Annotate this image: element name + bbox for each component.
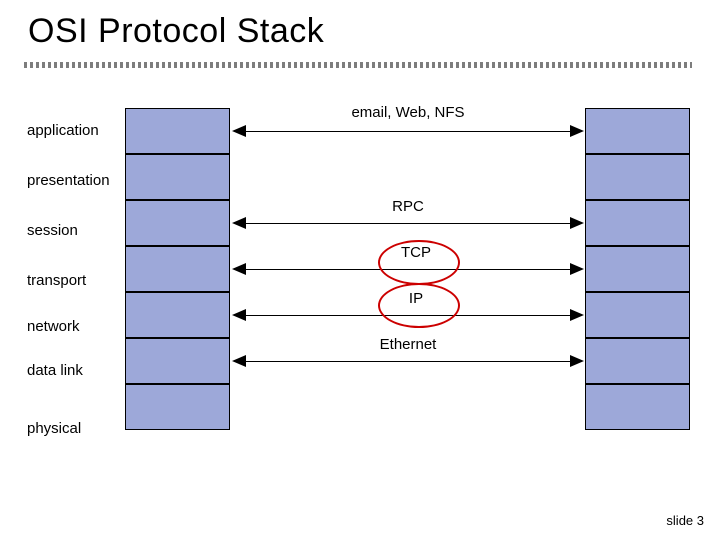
title-underline [24,62,692,68]
protocol-label-rpc: RPC [392,198,424,215]
arrow-head-left-icon [232,355,246,367]
arrow-line [244,131,570,132]
left-stack-box [125,154,230,200]
protocol-label-application: email, Web, NFS [351,104,464,121]
left-stack-box [125,338,230,384]
right-stack-box [585,338,690,384]
layer-label-session: session [27,222,78,239]
arrow-head-left-icon [232,309,246,321]
arrow-head-right-icon [570,355,584,367]
layer-label-physical: physical [27,420,81,437]
page-title: OSI Protocol Stack [28,12,324,51]
left-stack-box [125,108,230,154]
right-stack-box [585,292,690,338]
slide-number: slide 3 [666,513,704,528]
layer-label-network: network [27,318,80,335]
arrow-line [244,223,570,224]
left-stack-box [125,384,230,430]
layer-label-datalink: data link [27,362,83,379]
left-stack-box [125,200,230,246]
arrow-head-right-icon [570,125,584,137]
left-stack-box [125,292,230,338]
arrow-head-right-icon [570,309,584,321]
arrow-head-left-icon [232,217,246,229]
highlight-circle-ip [378,283,460,328]
arrow-line [244,361,570,362]
layer-label-presentation: presentation [27,172,110,189]
layer-label-application: application [27,122,99,139]
arrow-head-left-icon [232,263,246,275]
arrow-head-right-icon [570,217,584,229]
protocol-label-ethernet: Ethernet [380,336,437,353]
arrow-head-left-icon [232,125,246,137]
right-stack-box [585,154,690,200]
left-stack-box [125,246,230,292]
layer-label-transport: transport [27,272,86,289]
right-stack-box [585,200,690,246]
arrow-head-right-icon [570,263,584,275]
right-stack-box [585,108,690,154]
right-stack-box [585,384,690,430]
right-stack-box [585,246,690,292]
highlight-circle-tcp [378,240,460,285]
